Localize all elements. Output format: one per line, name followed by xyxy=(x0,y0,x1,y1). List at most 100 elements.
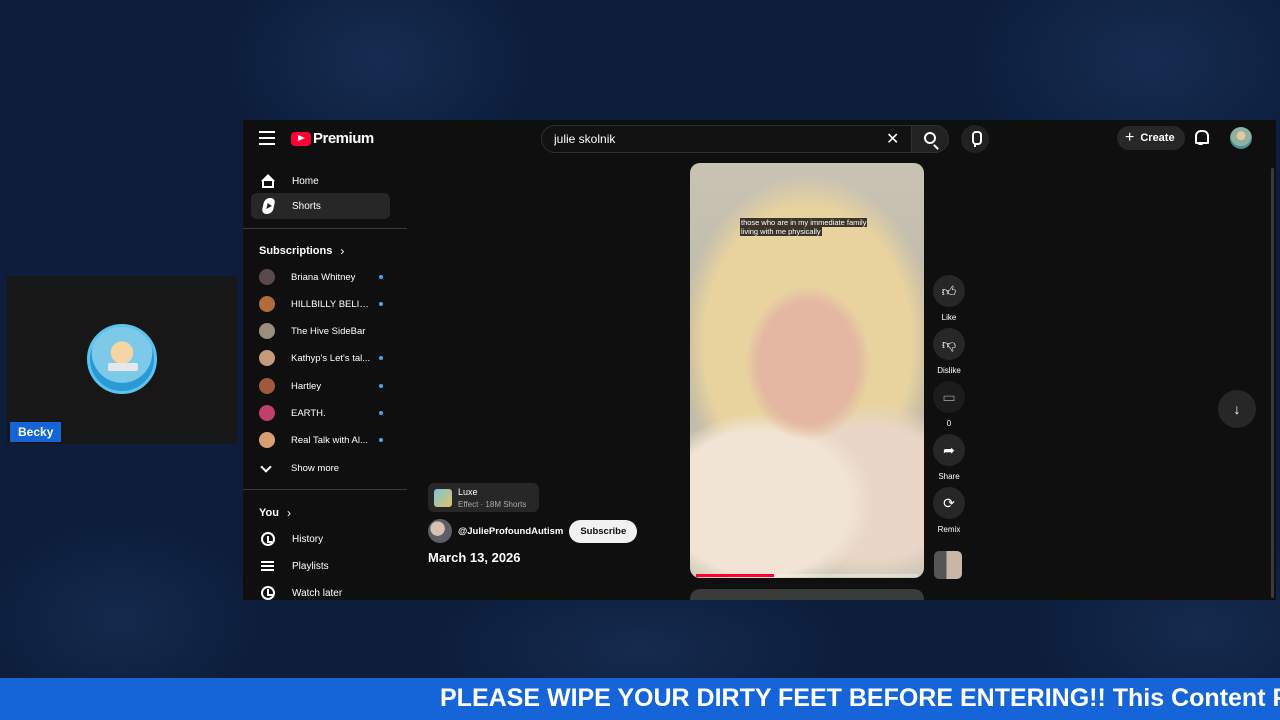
search-box[interactable]: ✕ xyxy=(541,125,915,153)
share-action[interactable]: ➦ Share xyxy=(932,434,966,481)
playlists-icon xyxy=(260,558,276,574)
remix-action[interactable]: ⟳ Remix xyxy=(932,487,966,534)
like-button[interactable]: 👍︎ xyxy=(933,275,965,307)
ticker-text: PLEASE WIPE YOUR DIRTY FEET BEFORE ENTER… xyxy=(440,684,1280,712)
next-short-preview[interactable] xyxy=(690,589,924,600)
show-more-label: Show more xyxy=(291,462,340,474)
short-video-player[interactable]: those who are in my immediate family liv… xyxy=(690,163,924,578)
you-title: You xyxy=(259,507,279,519)
share-icon: ➦ xyxy=(943,442,955,458)
sidebar-item-home[interactable]: Home xyxy=(251,168,390,194)
subscriptions-title: Subscriptions xyxy=(259,245,333,257)
you-header[interactable]: You › xyxy=(259,506,291,520)
effect-chip[interactable]: Luxe Effect · 18M Shorts xyxy=(428,483,539,512)
chevron-right-icon: › xyxy=(340,244,345,258)
comments-button[interactable]: ▭ xyxy=(933,381,965,413)
youtube-play-icon xyxy=(291,131,311,146)
caption-line: living with me physically xyxy=(740,227,822,236)
create-label: Create xyxy=(1140,132,1175,144)
chevron-right-icon: › xyxy=(286,506,291,520)
search-input[interactable] xyxy=(554,132,854,146)
like-label: Like xyxy=(941,313,957,322)
subscription-name: Kathyp's Let's tal... xyxy=(291,352,371,364)
menu-icon[interactable] xyxy=(259,131,275,145)
channel-row: @JulieProfoundAutism Subscribe xyxy=(428,519,638,543)
share-label: Share xyxy=(938,472,960,481)
page-scrollbar[interactable] xyxy=(1271,168,1274,598)
stream-ticker-bar: PLEASE WIPE YOUR DIRTY FEET BEFORE ENTER… xyxy=(0,678,1280,720)
new-content-dot xyxy=(379,302,383,306)
subscription-item[interactable]: The Hive SideBar xyxy=(259,320,389,342)
cam-avatar-logo xyxy=(108,363,138,371)
channel-name[interactable]: @JulieProfoundAutism xyxy=(458,526,563,537)
subscription-item[interactable]: Real Talk with Al... xyxy=(259,429,389,451)
subscription-item[interactable]: Hartley xyxy=(259,375,389,397)
sound-thumbnail[interactable] xyxy=(934,551,962,579)
new-content-dot xyxy=(379,356,383,360)
show-more-button[interactable]: Show more xyxy=(259,457,389,479)
dislike-button[interactable]: 👎︎ xyxy=(933,328,965,360)
share-button[interactable]: ➦ xyxy=(933,434,965,466)
dislike-label: Dislike xyxy=(937,366,961,375)
youtube-logo[interactable]: Premium xyxy=(291,130,374,147)
subscription-item[interactable]: Briana Whitney xyxy=(259,266,389,288)
arrow-down-icon: ↓ xyxy=(1233,401,1241,417)
subscription-item[interactable]: EARTH. xyxy=(259,402,389,424)
home-icon xyxy=(260,173,276,189)
webcam-tile: Becky xyxy=(7,276,237,444)
subscription-item[interactable]: HILLBILLY BELIN... xyxy=(259,293,389,315)
subscription-name: Real Talk with Al... xyxy=(291,434,368,446)
effect-meta: Effect · 18M Shorts xyxy=(458,500,527,509)
channel-avatar[interactable] xyxy=(428,519,452,543)
sidebar-item-playlists[interactable]: Playlists xyxy=(251,553,390,579)
next-short-button[interactable]: ↓ xyxy=(1218,390,1256,428)
voice-search-icon[interactable] xyxy=(961,125,989,153)
sidebar-divider xyxy=(243,228,407,229)
notifications-bell-icon[interactable] xyxy=(1194,130,1209,145)
effect-name: Luxe xyxy=(458,487,478,497)
comment-icon: ▭ xyxy=(942,389,956,405)
clear-search-icon[interactable]: ✕ xyxy=(886,129,899,149)
sidebar: Home Shorts Subscriptions › Briana Whitn… xyxy=(243,164,407,600)
remix-icon: ⟳ xyxy=(943,495,955,511)
search-button[interactable] xyxy=(911,125,949,153)
sidebar-item-label: Shorts xyxy=(292,200,321,212)
caption-line: those who are in my immediate family xyxy=(740,218,868,227)
subscription-item[interactable]: Kathyp's Let's tal... xyxy=(259,347,389,369)
short-date: March 13, 2026 xyxy=(428,550,521,565)
history-icon xyxy=(260,531,276,547)
plus-icon: + xyxy=(1125,129,1135,146)
youtube-window: Premium ✕ + Create Home Shorts Subscript… xyxy=(243,120,1276,600)
sidebar-item-label: Home xyxy=(292,175,319,187)
sidebar-item-label: Playlists xyxy=(292,560,329,572)
thumbs-up-icon: 👍︎ xyxy=(941,283,957,299)
create-button[interactable]: + Create xyxy=(1117,126,1185,150)
logo-text: Premium xyxy=(313,130,374,147)
video-caption: those who are in my immediate family liv… xyxy=(740,218,868,236)
sidebar-item-watch-later[interactable]: Watch later xyxy=(251,580,390,600)
channel-avatar xyxy=(259,378,275,394)
video-progress-bar[interactable] xyxy=(696,574,918,577)
subscribe-button[interactable]: Subscribe xyxy=(569,519,638,543)
video-progress-fill xyxy=(696,574,774,577)
shorts-icon xyxy=(260,198,276,214)
comments-action[interactable]: ▭ 0 xyxy=(932,381,966,428)
top-bar: Premium ✕ + Create xyxy=(243,120,1276,158)
cam-name-label: Becky xyxy=(10,422,62,442)
thumbs-down-icon: 👎︎ xyxy=(941,336,957,352)
remix-button[interactable]: ⟳ xyxy=(933,487,965,519)
like-action[interactable]: 👍︎ Like xyxy=(932,275,966,322)
sidebar-item-shorts[interactable]: Shorts xyxy=(251,193,390,219)
subscription-name: Hartley xyxy=(291,380,322,392)
subscription-name: The Hive SideBar xyxy=(291,325,366,337)
account-avatar[interactable] xyxy=(1230,127,1252,149)
new-content-dot xyxy=(379,275,383,279)
dislike-action[interactable]: 👎︎ Dislike xyxy=(932,328,966,375)
subscriptions-header[interactable]: Subscriptions › xyxy=(259,244,344,258)
channel-avatar xyxy=(259,350,275,366)
chevron-down-icon xyxy=(259,460,275,476)
channel-avatar xyxy=(259,323,275,339)
subscription-name: HILLBILLY BELIN... xyxy=(291,298,373,310)
sidebar-item-history[interactable]: History xyxy=(251,526,390,552)
subscription-name: Briana Whitney xyxy=(291,271,356,283)
